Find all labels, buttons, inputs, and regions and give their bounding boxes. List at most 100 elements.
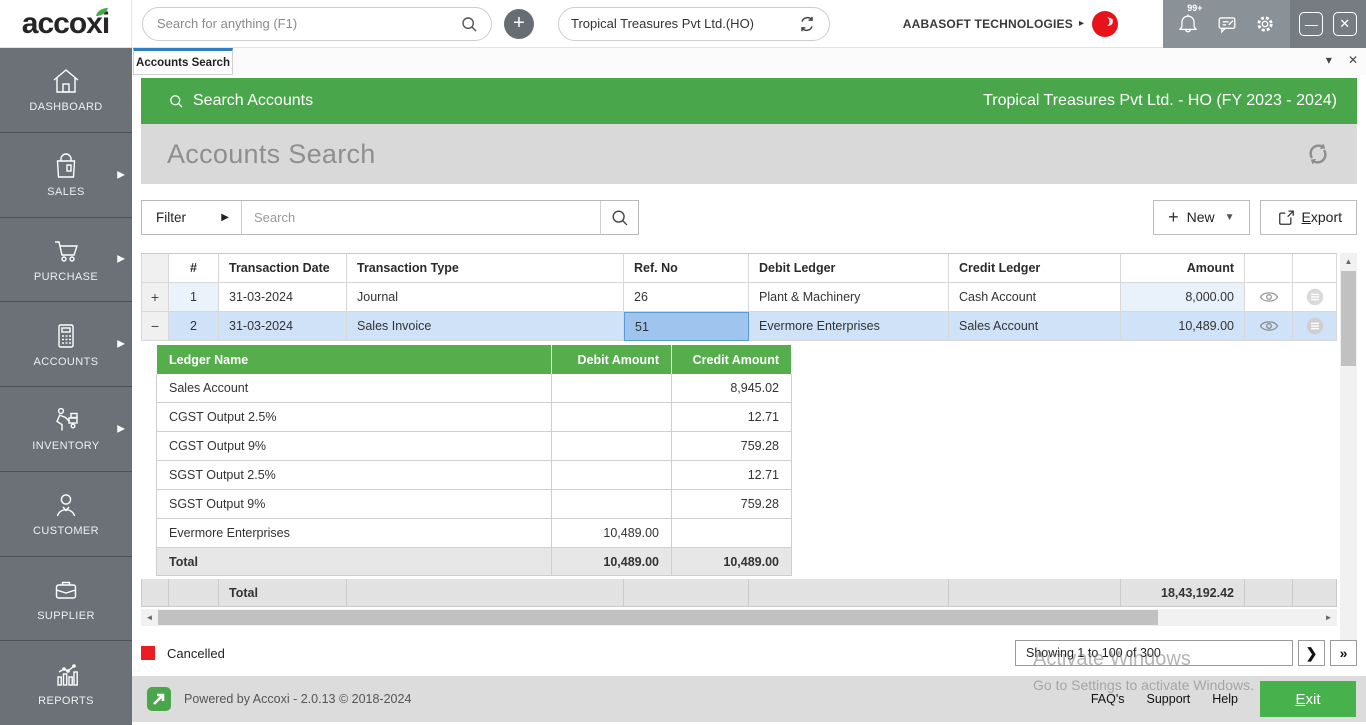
ledger-total-row: Total 10,489.00 10,489.00 <box>156 548 792 576</box>
chevron-right-icon: ▶ <box>117 423 125 434</box>
table-row[interactable]: + 1 31-03-2024 Journal 26 Plant & Machin… <box>141 283 1337 312</box>
ledger-detail-table: Ledger Name Debit Amount Credit Amount S… <box>156 345 792 576</box>
row-menu-icon[interactable] <box>1306 288 1324 306</box>
sidebar-item-purchase[interactable]: PURCHASE ▶ <box>0 218 132 303</box>
results-grid: # Transaction Date Transaction Type Ref.… <box>141 253 1357 626</box>
status-footer: Powered by Accoxi - 2.0.13 © 2018-2024 F… <box>132 676 1366 722</box>
legend-pagination-row: Cancelled Showing 1 to 100 of 300 ❯ » <box>141 638 1357 668</box>
switch-company-icon[interactable] <box>797 14 817 34</box>
bar-chart-icon <box>51 660 81 690</box>
col-header-num[interactable]: # <box>169 253 219 283</box>
expand-row-icon[interactable]: + <box>151 290 159 304</box>
global-search-input[interactable] <box>155 15 459 32</box>
sidebar-item-sales[interactable]: SALES ▶ <box>0 133 132 218</box>
scroll-right-icon[interactable]: ► <box>1320 609 1337 626</box>
app-logo: accoxi <box>0 0 132 47</box>
calculator-icon <box>51 321 81 351</box>
support-link[interactable]: Support <box>1147 692 1191 706</box>
settings-gear-icon[interactable] <box>1252 11 1278 37</box>
briefcase-icon <box>51 575 81 605</box>
row-menu-icon[interactable] <box>1306 317 1324 335</box>
shopping-bag-icon <box>51 151 81 181</box>
vertical-scroll-thumb[interactable] <box>1341 271 1356 366</box>
minimize-button[interactable]: — <box>1299 12 1323 36</box>
sidebar-label: SALES <box>47 186 84 198</box>
scroll-up-icon[interactable]: ▲ <box>1340 253 1357 270</box>
company-fy-label: Tropical Treasures Pvt Ltd. - HO (FY 202… <box>983 92 1337 110</box>
export-button-label: Export <box>1302 209 1342 225</box>
search-submit-button[interactable] <box>600 201 638 234</box>
next-page-button[interactable]: ❯ <box>1298 640 1325 666</box>
col-header-credit[interactable]: Credit Ledger <box>949 253 1121 283</box>
table-search-input[interactable] <box>242 210 600 225</box>
ledger-row: Sales Account 8,945.02 <box>156 374 792 403</box>
filter-row: Filter ▶ + New ▼ <box>141 199 1357 235</box>
pagination-status: Showing 1 to 100 of 300 <box>1015 640 1293 666</box>
view-eye-icon[interactable] <box>1259 290 1279 304</box>
export-icon <box>1275 208 1294 227</box>
help-link[interactable]: Help <box>1212 692 1238 706</box>
view-eye-icon[interactable] <box>1259 319 1279 333</box>
tab-list-dropdown-icon[interactable]: ▾ <box>1326 53 1332 67</box>
chevron-down-icon: ▼ <box>1225 212 1235 223</box>
page-title: Accounts Search <box>167 139 376 170</box>
ledger-header-row: Ledger Name Debit Amount Credit Amount <box>156 345 792 374</box>
sidebar-item-reports[interactable]: REPORTS <box>0 641 132 725</box>
exit-button[interactable]: Exit <box>1260 681 1356 717</box>
messages-button[interactable] <box>1214 11 1240 37</box>
home-icon <box>50 66 82 96</box>
user-menu[interactable]: AABASOFT TECHNOLOGIES ▸ <box>903 9 1120 39</box>
powered-by-text: Powered by Accoxi - 2.0.13 © 2018-2024 <box>184 692 411 706</box>
sidebar-label: CUSTOMER <box>33 525 99 537</box>
notifications-button[interactable]: 99+ <box>1175 10 1201 38</box>
tab-accounts-search[interactable]: Accounts Search <box>133 48 233 75</box>
avatar[interactable] <box>1090 9 1120 39</box>
table-header-row: # Transaction Date Transaction Type Ref.… <box>141 253 1337 283</box>
pagination: Showing 1 to 100 of 300 ❯ » <box>1015 640 1357 666</box>
company-selector[interactable]: Tropical Treasures Pvt Ltd.(HO) <box>558 7 830 41</box>
plus-icon: + <box>1168 207 1179 228</box>
vertical-scrollbar[interactable]: ▲ ▼ <box>1340 253 1357 656</box>
export-button[interactable]: Export <box>1260 200 1357 235</box>
horizontal-scroll-thumb[interactable] <box>158 610 1158 625</box>
refresh-icon[interactable] <box>1303 139 1333 169</box>
ledger-row: CGST Output 9% 759.28 <box>156 432 792 461</box>
inventory-trolley-icon <box>50 405 82 435</box>
chevron-right-icon: ▸ <box>1079 18 1084 29</box>
sidebar-item-supplier[interactable]: SUPPLIER <box>0 557 132 642</box>
sidebar-label: DASHBOARD <box>29 101 102 113</box>
horizontal-scrollbar[interactable]: ◄ ► <box>141 609 1337 626</box>
sidebar-label: INVENTORY <box>32 440 99 452</box>
cancelled-legend-swatch <box>141 646 155 660</box>
sidebar-item-dashboard[interactable]: DASHBOARD <box>0 48 132 133</box>
col-header-ref[interactable]: Ref. No <box>624 253 749 283</box>
close-tab-icon[interactable]: ✕ <box>1348 53 1358 67</box>
sidebar-label: ACCOUNTS <box>34 356 99 368</box>
scroll-left-icon[interactable]: ◄ <box>141 609 158 626</box>
filter-dropdown[interactable]: Filter ▶ <box>142 201 242 234</box>
faqs-link[interactable]: FAQ's <box>1091 692 1125 706</box>
cancelled-legend-label: Cancelled <box>167 646 225 661</box>
notification-tray: 99+ <box>1163 0 1290 48</box>
last-page-button[interactable]: » <box>1330 640 1357 666</box>
col-header-date[interactable]: Transaction Date <box>219 253 347 283</box>
accoxi-mark-icon <box>146 686 172 712</box>
sidebar-item-customer[interactable]: CUSTOMER <box>0 472 132 557</box>
search-icon[interactable] <box>459 14 479 34</box>
filter-group: Filter ▶ <box>141 200 639 235</box>
col-header-type[interactable]: Transaction Type <box>347 253 624 283</box>
sidebar-item-inventory[interactable]: INVENTORY ▶ <box>0 387 132 472</box>
col-header-debit[interactable]: Debit Ledger <box>749 253 949 283</box>
ledger-row: CGST Output 2.5% 12.71 <box>156 403 792 432</box>
table-row-selected[interactable]: − 2 31-03-2024 Sales Invoice 51 Evermore… <box>141 312 1337 341</box>
sidebar-label: REPORTS <box>38 695 94 707</box>
cart-icon <box>50 236 82 266</box>
col-header-amount[interactable]: Amount <box>1121 253 1245 283</box>
quick-add-button[interactable]: + <box>504 9 534 39</box>
collapse-row-icon[interactable]: − <box>151 319 159 333</box>
close-window-button[interactable]: ✕ <box>1333 12 1357 36</box>
module-banner: Search Accounts Tropical Treasures Pvt L… <box>141 78 1357 124</box>
sidebar-item-accounts[interactable]: ACCOUNTS ▶ <box>0 302 132 387</box>
new-button[interactable]: + New ▼ <box>1153 200 1249 235</box>
sidebar: DASHBOARD SALES ▶ PURCHASE ▶ <box>0 48 132 725</box>
